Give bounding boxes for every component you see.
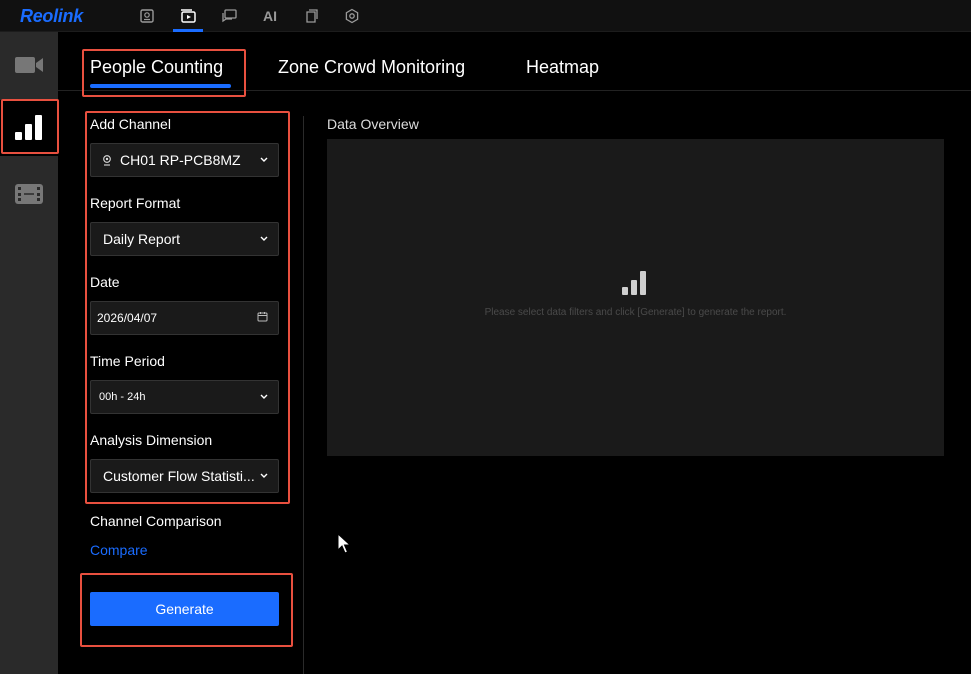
sidebar-item-video[interactable] <box>0 37 58 93</box>
data-overview-panel: Please select data filters and click [Ge… <box>327 139 944 456</box>
channel-value: CH01 RP-PCB8MZ <box>120 152 241 168</box>
empty-state-message: Please select data filters and click [Ge… <box>484 307 787 318</box>
active-tab-indicator <box>90 84 231 88</box>
report-format-label: Report Format <box>90 195 181 211</box>
sidebar-item-film[interactable] <box>0 166 58 222</box>
date-field[interactable]: 2026/04/07 <box>90 301 279 335</box>
play-box-icon[interactable] <box>173 6 203 32</box>
generate-button[interactable]: Generate <box>90 592 279 626</box>
chevron-down-icon <box>260 393 268 401</box>
time-period-value: 00h - 24h <box>99 391 146 403</box>
analysis-dimension-value: Customer Flow Statisti... <box>103 468 255 484</box>
tab-divider <box>58 90 971 91</box>
camera-pin-icon <box>103 155 111 166</box>
ai-tab[interactable]: AI <box>259 6 281 26</box>
time-period-select[interactable]: 00h - 24h <box>90 380 279 414</box>
channel-comparison-label: Channel Comparison <box>90 513 222 529</box>
chevron-down-icon <box>260 472 268 480</box>
time-period-label: Time Period <box>90 353 165 369</box>
document-icon[interactable] <box>300 6 322 26</box>
mouse-cursor-icon <box>337 533 351 554</box>
tab-zone-crowd-monitoring[interactable]: Zone Crowd Monitoring <box>278 57 465 78</box>
sidebar-highlight-box <box>1 99 59 154</box>
tab-people-counting[interactable]: People Counting <box>90 57 223 78</box>
chevron-down-icon <box>260 235 268 243</box>
compare-link[interactable]: Compare <box>90 542 148 558</box>
top-bar: Reolink AI <box>0 0 971 32</box>
panel-divider <box>303 116 304 674</box>
report-format-select[interactable]: Daily Report <box>90 222 279 256</box>
chevron-down-icon <box>260 156 268 164</box>
calendar-icon[interactable] <box>257 309 268 327</box>
channel-select[interactable]: CH01 RP-PCB8MZ <box>90 143 279 177</box>
date-value: 2026/04/07 <box>97 311 158 325</box>
add-channel-label: Add Channel <box>90 116 171 132</box>
reolink-logo: Reolink <box>20 6 83 26</box>
camera-box-icon[interactable] <box>136 6 158 26</box>
chat-icon[interactable] <box>218 6 240 26</box>
video-camera-icon <box>15 57 43 73</box>
analysis-dimension-select[interactable]: Customer Flow Statisti... <box>90 459 279 493</box>
bar-chart-icon <box>622 271 646 295</box>
gear-icon[interactable] <box>341 6 363 26</box>
report-format-value: Daily Report <box>103 231 181 247</box>
analysis-dimension-label: Analysis Dimension <box>90 432 213 448</box>
film-icon <box>15 184 43 204</box>
data-overview-title: Data Overview <box>327 116 419 132</box>
tab-heatmap[interactable]: Heatmap <box>526 57 599 78</box>
date-label: Date <box>90 274 120 290</box>
